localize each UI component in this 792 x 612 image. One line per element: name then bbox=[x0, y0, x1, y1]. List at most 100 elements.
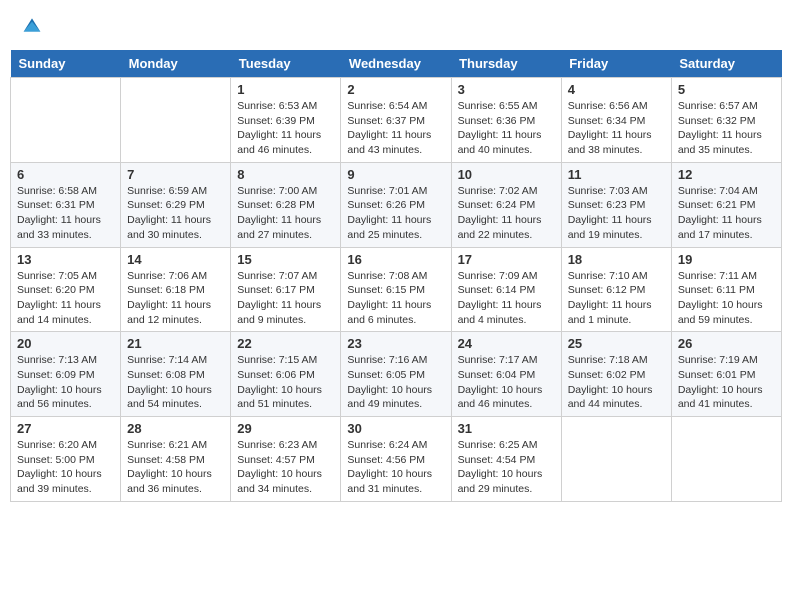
day-number: 27 bbox=[17, 421, 114, 436]
calendar-cell: 20 Sunrise: 7:13 AM Sunset: 6:09 PM Dayli… bbox=[11, 332, 121, 417]
calendar-cell: 28Sunrise: 6:21 AM Sunset: 4:58 PM Dayli… bbox=[121, 417, 231, 502]
day-header-monday: Monday bbox=[121, 50, 231, 78]
day-number: 5 bbox=[678, 82, 775, 97]
calendar-week-row: 20 Sunrise: 7:13 AM Sunset: 6:09 PM Dayli… bbox=[11, 332, 782, 417]
day-number: 7 bbox=[127, 167, 224, 182]
calendar-cell: 16 Sunrise: 7:08 AM Sunset: 6:15 PM Dayli… bbox=[341, 247, 451, 332]
calendar-cell: 26 Sunrise: 7:19 AM Sunset: 6:01 PM Dayli… bbox=[671, 332, 781, 417]
calendar-cell: 22 Sunrise: 7:15 AM Sunset: 6:06 PM Dayli… bbox=[231, 332, 341, 417]
day-number: 16 bbox=[347, 252, 444, 267]
calendar-cell: 31Sunrise: 6:25 AM Sunset: 4:54 PM Dayli… bbox=[451, 417, 561, 502]
day-number: 17 bbox=[458, 252, 555, 267]
day-info: Sunrise: 6:54 AM Sunset: 6:37 PM Dayligh… bbox=[347, 99, 444, 158]
day-info: Sunrise: 6:57 AM Sunset: 6:32 PM Dayligh… bbox=[678, 99, 775, 158]
day-number: 28 bbox=[127, 421, 224, 436]
day-number: 22 bbox=[237, 336, 334, 351]
calendar-cell: 25 Sunrise: 7:18 AM Sunset: 6:02 PM Dayli… bbox=[561, 332, 671, 417]
calendar-cell bbox=[121, 78, 231, 163]
day-info: Sunrise: 7:14 AM Sunset: 6:08 PM Dayligh… bbox=[127, 353, 224, 412]
day-number: 11 bbox=[568, 167, 665, 182]
day-number: 18 bbox=[568, 252, 665, 267]
day-info: Sunrise: 7:03 AM Sunset: 6:23 PM Dayligh… bbox=[568, 184, 665, 243]
day-info: Sunrise: 7:17 AM Sunset: 6:04 PM Dayligh… bbox=[458, 353, 555, 412]
day-info: Sunrise: 7:10 AM Sunset: 6:12 PM Dayligh… bbox=[568, 269, 665, 328]
day-info: Sunrise: 7:15 AM Sunset: 6:06 PM Dayligh… bbox=[237, 353, 334, 412]
calendar-cell: 17 Sunrise: 7:09 AM Sunset: 6:14 PM Dayli… bbox=[451, 247, 561, 332]
day-number: 15 bbox=[237, 252, 334, 267]
calendar-cell: 6 Sunrise: 6:58 AM Sunset: 6:31 PM Daylig… bbox=[11, 162, 121, 247]
calendar-cell bbox=[561, 417, 671, 502]
calendar-cell: 13 Sunrise: 7:05 AM Sunset: 6:20 PM Dayli… bbox=[11, 247, 121, 332]
logo-icon bbox=[22, 15, 42, 35]
day-number: 8 bbox=[237, 167, 334, 182]
calendar-week-row: 6 Sunrise: 6:58 AM Sunset: 6:31 PM Daylig… bbox=[11, 162, 782, 247]
calendar-table: SundayMondayTuesdayWednesdayThursdayFrid… bbox=[10, 50, 782, 502]
day-number: 19 bbox=[678, 252, 775, 267]
day-info: Sunrise: 6:53 AM Sunset: 6:39 PM Dayligh… bbox=[237, 99, 334, 158]
calendar-cell: 12 Sunrise: 7:04 AM Sunset: 6:21 PM Dayli… bbox=[671, 162, 781, 247]
day-info: Sunrise: 7:09 AM Sunset: 6:14 PM Dayligh… bbox=[458, 269, 555, 328]
day-info: Sunrise: 7:00 AM Sunset: 6:28 PM Dayligh… bbox=[237, 184, 334, 243]
day-header-thursday: Thursday bbox=[451, 50, 561, 78]
day-info: Sunrise: 6:59 AM Sunset: 6:29 PM Dayligh… bbox=[127, 184, 224, 243]
day-number: 24 bbox=[458, 336, 555, 351]
calendar-cell: 2 Sunrise: 6:54 AM Sunset: 6:37 PM Daylig… bbox=[341, 78, 451, 163]
calendar-cell: 27Sunrise: 6:20 AM Sunset: 5:00 PM Dayli… bbox=[11, 417, 121, 502]
day-info: Sunrise: 6:56 AM Sunset: 6:34 PM Dayligh… bbox=[568, 99, 665, 158]
calendar-cell: 7 Sunrise: 6:59 AM Sunset: 6:29 PM Daylig… bbox=[121, 162, 231, 247]
day-number: 21 bbox=[127, 336, 224, 351]
day-info: Sunrise: 7:18 AM Sunset: 6:02 PM Dayligh… bbox=[568, 353, 665, 412]
day-info: Sunrise: 7:13 AM Sunset: 6:09 PM Dayligh… bbox=[17, 353, 114, 412]
day-info: Sunrise: 6:58 AM Sunset: 6:31 PM Dayligh… bbox=[17, 184, 114, 243]
day-number: 4 bbox=[568, 82, 665, 97]
logo bbox=[20, 15, 42, 35]
day-number: 10 bbox=[458, 167, 555, 182]
calendar-cell: 3 Sunrise: 6:55 AM Sunset: 6:36 PM Daylig… bbox=[451, 78, 561, 163]
day-number: 26 bbox=[678, 336, 775, 351]
calendar-cell: 4 Sunrise: 6:56 AM Sunset: 6:34 PM Daylig… bbox=[561, 78, 671, 163]
day-info: Sunrise: 7:16 AM Sunset: 6:05 PM Dayligh… bbox=[347, 353, 444, 412]
day-number: 3 bbox=[458, 82, 555, 97]
day-number: 31 bbox=[458, 421, 555, 436]
day-info: Sunrise: 6:23 AM Sunset: 4:57 PM Dayligh… bbox=[237, 438, 334, 497]
day-number: 14 bbox=[127, 252, 224, 267]
day-info: Sunrise: 7:08 AM Sunset: 6:15 PM Dayligh… bbox=[347, 269, 444, 328]
day-number: 20 bbox=[17, 336, 114, 351]
day-number: 9 bbox=[347, 167, 444, 182]
day-number: 13 bbox=[17, 252, 114, 267]
calendar-cell: 30Sunrise: 6:24 AM Sunset: 4:56 PM Dayli… bbox=[341, 417, 451, 502]
calendar-cell: 29 Sunrise: 6:23 AM Sunset: 4:57 PM Dayli… bbox=[231, 417, 341, 502]
day-number: 2 bbox=[347, 82, 444, 97]
day-info: Sunrise: 7:02 AM Sunset: 6:24 PM Dayligh… bbox=[458, 184, 555, 243]
day-info: Sunrise: 7:07 AM Sunset: 6:17 PM Dayligh… bbox=[237, 269, 334, 328]
day-header-sunday: Sunday bbox=[11, 50, 121, 78]
day-number: 6 bbox=[17, 167, 114, 182]
calendar-cell: 14 Sunrise: 7:06 AM Sunset: 6:18 PM Dayli… bbox=[121, 247, 231, 332]
day-info: Sunrise: 7:05 AM Sunset: 6:20 PM Dayligh… bbox=[17, 269, 114, 328]
day-info: Sunrise: 6:24 AM Sunset: 4:56 PM Dayligh… bbox=[347, 438, 444, 497]
day-number: 29 bbox=[237, 421, 334, 436]
calendar-week-row: 1Sunrise: 6:53 AM Sunset: 6:39 PM Daylig… bbox=[11, 78, 782, 163]
day-info: Sunrise: 7:04 AM Sunset: 6:21 PM Dayligh… bbox=[678, 184, 775, 243]
day-info: Sunrise: 6:55 AM Sunset: 6:36 PM Dayligh… bbox=[458, 99, 555, 158]
calendar-cell: 19 Sunrise: 7:11 AM Sunset: 6:11 PM Dayli… bbox=[671, 247, 781, 332]
calendar-cell: 9 Sunrise: 7:01 AM Sunset: 6:26 PM Daylig… bbox=[341, 162, 451, 247]
day-number: 25 bbox=[568, 336, 665, 351]
day-number: 12 bbox=[678, 167, 775, 182]
calendar-cell bbox=[11, 78, 121, 163]
day-info: Sunrise: 7:19 AM Sunset: 6:01 PM Dayligh… bbox=[678, 353, 775, 412]
day-info: Sunrise: 7:11 AM Sunset: 6:11 PM Dayligh… bbox=[678, 269, 775, 328]
calendar-week-row: 27Sunrise: 6:20 AM Sunset: 5:00 PM Dayli… bbox=[11, 417, 782, 502]
day-info: Sunrise: 7:06 AM Sunset: 6:18 PM Dayligh… bbox=[127, 269, 224, 328]
calendar-header-row: SundayMondayTuesdayWednesdayThursdayFrid… bbox=[11, 50, 782, 78]
calendar-cell: 11 Sunrise: 7:03 AM Sunset: 6:23 PM Dayli… bbox=[561, 162, 671, 247]
calendar-cell bbox=[671, 417, 781, 502]
page-header bbox=[10, 10, 782, 40]
day-header-wednesday: Wednesday bbox=[341, 50, 451, 78]
calendar-cell: 24 Sunrise: 7:17 AM Sunset: 6:04 PM Dayli… bbox=[451, 332, 561, 417]
day-header-friday: Friday bbox=[561, 50, 671, 78]
calendar-cell: 21 Sunrise: 7:14 AM Sunset: 6:08 PM Dayli… bbox=[121, 332, 231, 417]
calendar-cell: 18 Sunrise: 7:10 AM Sunset: 6:12 PM Dayli… bbox=[561, 247, 671, 332]
day-info: Sunrise: 7:01 AM Sunset: 6:26 PM Dayligh… bbox=[347, 184, 444, 243]
calendar-week-row: 13 Sunrise: 7:05 AM Sunset: 6:20 PM Dayli… bbox=[11, 247, 782, 332]
